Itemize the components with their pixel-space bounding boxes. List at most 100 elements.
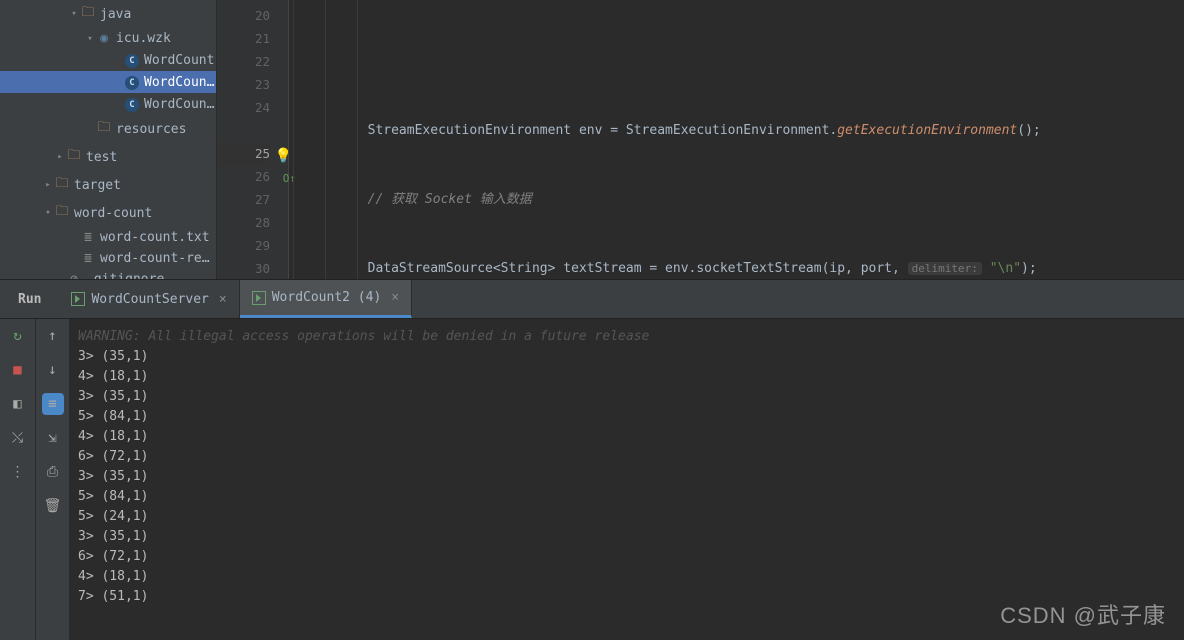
tree-item-java[interactable]: ▾🗀 java (0, 0, 216, 28)
file-icon: ≣ (80, 230, 96, 245)
tree-item-wordcount2[interactable]: C WordCount2 (0, 71, 216, 93)
line-number: 21 (217, 27, 270, 50)
project-tree[interactable]: ▾🗀java▾◉icu.wzkCWordCountCWordCount2CWor… (0, 0, 217, 279)
line-number: 20 (217, 4, 270, 27)
code-text: getExecutionEnvironment (837, 123, 1017, 138)
tree-item-label: word-count.txt (100, 230, 216, 245)
console-output[interactable]: WARNING: All illegal access operations w… (70, 319, 1184, 640)
run-tab-wordcount2-4-[interactable]: WordCount2 (4) × (240, 280, 412, 318)
chevron-icon[interactable]: ▾ (68, 9, 80, 19)
run-panel-label: Run (0, 292, 59, 307)
line-number: 24 (217, 96, 270, 119)
run-tab-label: WordCount2 (4) (272, 290, 382, 305)
rerun-icon[interactable]: ↻ (7, 325, 29, 347)
print-icon[interactable]: ⎙ (42, 461, 64, 483)
tree-item-wordcountserver[interactable]: C WordCountServer (0, 93, 216, 115)
folder-icon: 🗀 (54, 202, 70, 224)
down-icon[interactable]: ↓ (42, 359, 64, 381)
tree-item-label: icu.wzk (116, 31, 216, 46)
console-line: 4> (18,1) (78, 567, 1176, 587)
tree-item--gitignore[interactable]: ⊘ .gitignore (0, 269, 216, 279)
tree-item-label: WordCount (144, 53, 216, 68)
code-text: ); (1021, 261, 1037, 276)
trash-icon[interactable]: 🗑 (42, 495, 64, 517)
line-number (217, 119, 270, 142)
console-line: 3> (35,1) (78, 387, 1176, 407)
class-icon: C (124, 74, 140, 90)
more-icon[interactable]: ⋮ (7, 461, 29, 483)
console-line: WARNING: All illegal access operations w… (78, 327, 1176, 347)
line-number: 26O↑ (217, 165, 270, 188)
tree-item-label: .gitignore (86, 272, 216, 279)
tree-item-resources[interactable]: 🗀 resources (0, 115, 216, 143)
param-hint: delimiter: (908, 262, 982, 275)
console-line: 3> (35,1) (78, 347, 1176, 367)
code-editor[interactable]: 2021222324 25💡26O↑27282930 StreamExecutio… (217, 0, 1184, 279)
scroll-icon[interactable]: ⇲ (42, 427, 64, 449)
console-line: 3> (35,1) (78, 467, 1176, 487)
tree-item-target[interactable]: ▸🗀 target (0, 171, 216, 199)
line-number: 30 (217, 257, 270, 280)
class-icon: C (124, 52, 140, 68)
line-number: 28 (217, 211, 270, 234)
console-line: 5> (84,1) (78, 487, 1176, 507)
code-content[interactable]: StreamExecutionEnvironment env = StreamE… (289, 0, 1184, 279)
console-line: 3> (35,1) (78, 527, 1176, 547)
tree-item-test[interactable]: ▸🗀 test (0, 143, 216, 171)
tree-item-wordcount[interactable]: C WordCount (0, 49, 216, 71)
close-icon[interactable]: × (219, 292, 227, 307)
line-number: 25💡 (217, 142, 270, 165)
run-tab-wordcountserver[interactable]: WordCountServer × (59, 280, 239, 318)
tree-item-word-count-txt[interactable]: ≣ word-count.txt (0, 227, 216, 248)
stop-icon[interactable]: ■ (7, 359, 29, 381)
folder-icon: 🗀 (54, 174, 70, 196)
ignore-icon: ⊘ (66, 272, 82, 279)
tree-item-label: WordCount2 (144, 75, 216, 90)
tree-item-icu-wzk[interactable]: ▾◉ icu.wzk (0, 28, 216, 49)
folder-icon: 🗀 (96, 118, 112, 140)
code-text: (); (1017, 123, 1040, 138)
tree-item-label: WordCountServer (144, 97, 216, 112)
tree-item-word-count[interactable]: ▾🗀 word-count (0, 199, 216, 227)
exit-icon[interactable]: ⤯ (7, 427, 29, 449)
run-tab-bar: Run WordCountServer × WordCount2 (4) × (0, 279, 1184, 319)
console-toolbar: ↑ ↓ ≡ ⇲ ⎙ 🗑 (36, 319, 70, 640)
tree-item-label: target (74, 178, 216, 193)
class-icon: C (124, 96, 140, 112)
tree-item-label: word-count-result.csv (100, 251, 216, 266)
console-line: 4> (18,1) (78, 367, 1176, 387)
line-number: 29 (217, 234, 270, 257)
chevron-icon[interactable]: ▸ (54, 152, 66, 162)
run-config-icon (71, 292, 85, 306)
tree-item-label: test (86, 150, 216, 165)
tree-item-label: resources (116, 122, 216, 137)
close-icon[interactable]: × (391, 290, 399, 305)
tree-item-label: word-count (74, 206, 216, 221)
line-gutter: 2021222324 25💡26O↑27282930 (217, 0, 289, 279)
tree-item-word-count-result-csv[interactable]: ≣ word-count-result.csv (0, 248, 216, 269)
package-icon: ◉ (96, 31, 112, 46)
console-line: 6> (72,1) (78, 447, 1176, 467)
chevron-icon[interactable]: ▸ (42, 180, 54, 190)
console-line: 4> (18,1) (78, 427, 1176, 447)
up-icon[interactable]: ↑ (42, 325, 64, 347)
chevron-icon[interactable]: ▾ (42, 208, 54, 218)
file-icon: ≣ (80, 251, 96, 266)
snapshot-icon[interactable]: ◧ (7, 393, 29, 415)
soft-wrap-icon[interactable]: ≡ (42, 393, 64, 415)
tree-item-label: java (100, 7, 216, 22)
code-string: "\n" (982, 261, 1021, 276)
code-text: DataStreamSource<String> textStream = en… (368, 261, 908, 276)
folder-icon: 🗀 (66, 146, 82, 168)
line-number: 22 (217, 50, 270, 73)
run-tab-label: WordCountServer (91, 292, 208, 307)
run-toolbar-left: ↻ ■ ◧ ⤯ ⋮ (0, 319, 36, 640)
chevron-icon[interactable]: ▾ (84, 34, 96, 44)
line-number: 27 (217, 188, 270, 211)
console-line: 6> (72,1) (78, 547, 1176, 567)
run-config-icon (252, 291, 266, 305)
console-line: 5> (84,1) (78, 407, 1176, 427)
console-line: 5> (24,1) (78, 507, 1176, 527)
line-number: 23 (217, 73, 270, 96)
folder-icon: 🗀 (80, 3, 96, 25)
